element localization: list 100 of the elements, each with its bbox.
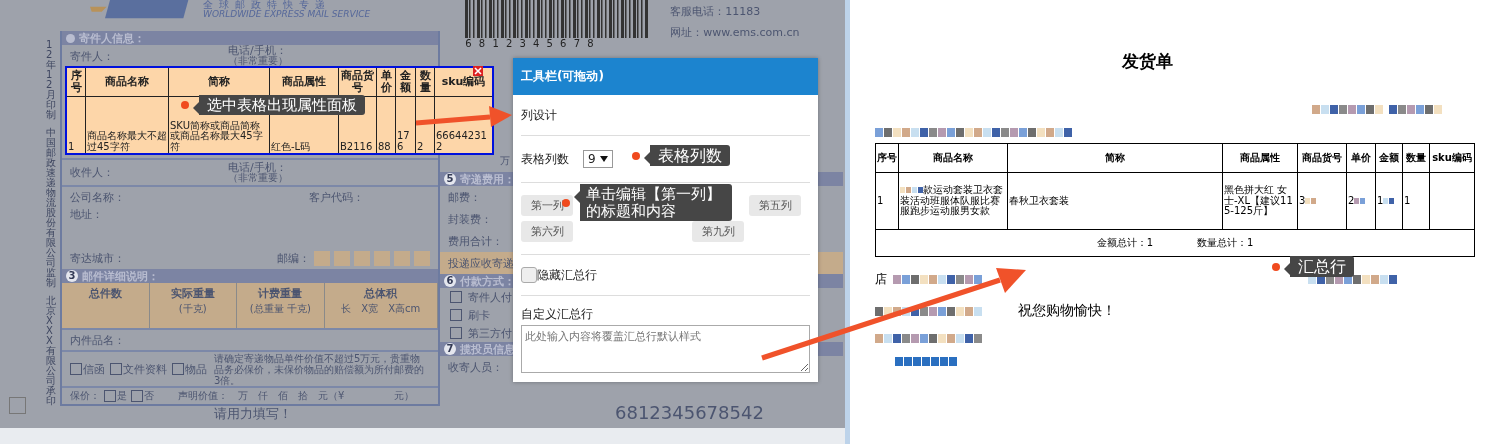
column-title: 总体积 xyxy=(364,286,398,301)
toolbar-title: 工具栏(可拖动) xyxy=(521,68,604,85)
column-header: 单价 xyxy=(1346,143,1376,173)
checkbox[interactable] xyxy=(450,291,462,303)
table-cell: 1 xyxy=(875,172,899,230)
footer-text: 请用力填写！ xyxy=(214,405,292,423)
column-header: sku编码 xyxy=(1429,143,1475,173)
checkbox[interactable] xyxy=(9,397,26,414)
barcode-digits: 6 8 1 2 3 4 5 6 7 8 xyxy=(465,38,597,49)
marker-dot xyxy=(181,101,189,109)
close-icon[interactable] xyxy=(473,66,483,76)
summary-total: 金额总计：1 xyxy=(1096,236,1153,248)
section-number: 5 xyxy=(444,173,456,185)
field-label: 邮费： xyxy=(448,189,481,205)
logo-tagline: 全球邮政特快专递 xyxy=(203,0,332,10)
column-header: 简称 xyxy=(1007,143,1223,173)
column-button[interactable]: 第六列 xyxy=(521,221,573,242)
section-title: 邮件详细说明： xyxy=(82,268,159,284)
column-header: 商品属性 xyxy=(1222,143,1298,173)
checkbox[interactable] xyxy=(104,390,116,403)
table-cell: 黑色拼大红 女士-XL【建议115-125斤】 xyxy=(1222,172,1298,230)
checkbox-label: 文件资料 xyxy=(123,361,167,377)
vertical-print-note: 中国邮政速递物流股份有限公司监制 xyxy=(46,128,56,288)
section-title: 列设计 xyxy=(521,106,558,124)
toolbar-header[interactable]: 工具栏(可拖动) xyxy=(513,58,818,95)
table-cell: 88 xyxy=(376,96,396,154)
barcode-icon xyxy=(465,0,651,38)
summary-text-area[interactable]: 此处输入内容将覆盖汇总行默认样式 xyxy=(521,325,810,373)
field-label: 自定义汇总行 xyxy=(521,306,594,323)
column-header: 序号 xyxy=(875,143,899,173)
column-header: 简称 xyxy=(168,67,270,97)
checkbox-label: 是 xyxy=(117,389,127,404)
checkbox[interactable] xyxy=(70,363,82,376)
table-cell: 176 xyxy=(395,96,416,154)
redaction-mosaic xyxy=(900,187,923,194)
redaction-mosaic xyxy=(895,357,957,366)
checkbox[interactable] xyxy=(131,390,143,403)
checkbox[interactable] xyxy=(521,267,537,283)
column-header: 数量 xyxy=(1402,143,1430,173)
field-note: （非常重要） xyxy=(228,173,288,184)
summary-total: 数量总计：1 xyxy=(1197,236,1254,248)
field-label: 地址： xyxy=(70,207,103,223)
notice-text: 请确定寄递物品单件价值不超过5万元，贵重物品务必保价，未保价物品的赔偿额为所付邮费的3倍。 xyxy=(214,352,425,386)
table-cell: 1 xyxy=(66,96,86,154)
checkbox[interactable] xyxy=(450,309,462,321)
column-button[interactable]: 第五列 xyxy=(749,195,801,216)
column-header: 商品货号 xyxy=(1297,143,1347,173)
column-count-select[interactable]: 9 xyxy=(583,150,613,168)
redaction-mosaic xyxy=(1354,197,1366,204)
unit-note: (千克) xyxy=(178,302,207,316)
callout-bubble: 表格列数 xyxy=(644,145,730,167)
field-label: 客户代码： xyxy=(309,189,364,205)
column-title: 计费重量 xyxy=(258,286,303,301)
field-label: 保价： xyxy=(70,389,100,404)
table-cell: 商品名称最大不超过45字符 xyxy=(85,96,169,154)
table-cell: 2 xyxy=(1346,172,1376,230)
table-cell: 1 xyxy=(1402,172,1430,230)
column-header: 金额 xyxy=(1375,143,1403,173)
field-label: 费用合计： xyxy=(448,233,503,249)
marker-dot xyxy=(632,151,640,160)
service-phone: 客服电话：11183 xyxy=(670,4,762,19)
field-label: 电话/手机： xyxy=(228,162,288,174)
field-label: 收件人： xyxy=(70,165,114,181)
column-header: 单价 xyxy=(376,67,396,97)
section-number: 6 xyxy=(444,275,456,287)
table-cell: 2 xyxy=(415,96,435,154)
section-title: 寄件人信息： xyxy=(79,30,145,46)
table-cell: 春秋卫衣套装 xyxy=(1007,172,1223,230)
redaction-mosaic xyxy=(1312,105,1383,114)
vertical-print-note: 12年12月印制 xyxy=(46,40,56,120)
section-title: 付款方式： xyxy=(460,273,515,289)
unit-note: (总重量 千克) xyxy=(249,302,311,316)
checkbox[interactable] xyxy=(172,363,184,376)
marker-dot xyxy=(1272,262,1280,271)
field-label: 公司名称： xyxy=(70,189,125,205)
callout-bubble: 选中表格出现属性面板 xyxy=(193,95,365,115)
column-header: 商品名称 xyxy=(85,67,169,97)
callout-bubble: 汇总行 xyxy=(1284,256,1354,278)
greeting-text: 祝您购物愉快！ xyxy=(1018,302,1116,320)
vertical-print-note: 北京XXX有限公司承印 xyxy=(46,296,56,406)
redaction-mosaic xyxy=(1383,197,1395,204)
field-label: 电话/手机： xyxy=(228,45,288,56)
column-header: 商品名称 xyxy=(898,143,1008,173)
checkbox-label: 否 xyxy=(144,389,154,404)
column-header: 金额 xyxy=(395,67,416,97)
shop-label: 店 xyxy=(875,271,887,288)
field-label: 寄件人： xyxy=(70,51,114,62)
column-button[interactable]: 第九列 xyxy=(692,221,744,242)
checkbox[interactable] xyxy=(450,327,462,339)
unit-note: 长 X宽 X高cm xyxy=(341,302,421,316)
field-note: （非常重要） xyxy=(228,56,288,66)
checkbox[interactable] xyxy=(110,363,122,376)
section-number: 7 xyxy=(444,343,456,355)
column-button[interactable]: 第一列 xyxy=(521,195,573,216)
redaction-mosaic xyxy=(1389,105,1442,114)
caret-icon xyxy=(599,156,608,162)
field-label: 内件品名： xyxy=(70,332,125,348)
website-text: 网址：www.ems.com.cn xyxy=(670,25,800,40)
field-label: 收寄人员： xyxy=(448,359,503,375)
callout-bubble: 单击编辑【第一列】的标题和内容 xyxy=(574,184,732,221)
